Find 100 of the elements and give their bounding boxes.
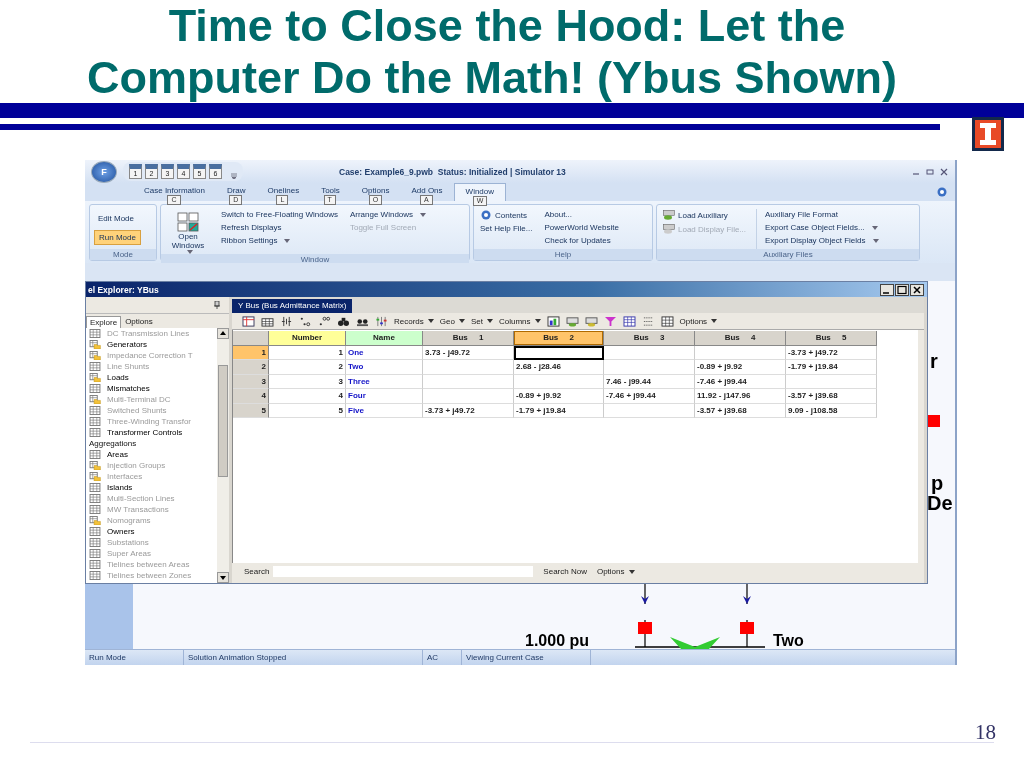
grid-icon[interactable] — [660, 315, 674, 327]
table-icon[interactable] — [622, 315, 636, 327]
table-cell: -1.79 + j19.84 — [786, 360, 877, 375]
ribbon-button[interactable]: Ribbon Settings — [219, 235, 340, 246]
table-cell: 4 — [269, 389, 346, 404]
explorer-item[interactable]: Areas — [107, 450, 128, 459]
explorer-item[interactable]: Mismatches — [107, 384, 150, 393]
ribbon-button[interactable]: Set Help File... — [478, 223, 535, 234]
table-cell: -1.79 + j19.84 — [514, 403, 604, 418]
binoculars-icon[interactable] — [337, 315, 350, 327]
help-icon[interactable] — [937, 187, 947, 197]
caret-icon — [872, 238, 879, 243]
load-arrow-icon — [742, 584, 752, 606]
table-icon — [89, 362, 101, 371]
explorer-item[interactable]: Owners — [107, 527, 135, 536]
ribbon-button[interactable]: Auxiliary File Format — [763, 209, 881, 220]
ribbon-button[interactable]: Export Case Object Fields... — [763, 222, 881, 233]
scroll-up-icon[interactable] — [217, 328, 229, 339]
mode-button[interactable]: Edit Mode — [94, 212, 139, 225]
toolbar-icon[interactable] — [565, 315, 579, 327]
column-header[interactable]: Name — [346, 331, 423, 346]
explorer-item[interactable]: Transformer Controls — [107, 428, 183, 437]
scroll-down-icon[interactable] — [217, 572, 229, 583]
caret-icon — [711, 319, 718, 323]
ribbon-button[interactable]: Arrange Windows — [347, 209, 429, 220]
toolbar-menu[interactable]: Options — [679, 316, 718, 326]
ribbon-button[interactable]: Load Auxiliary — [661, 209, 749, 221]
table-cell: 1 — [269, 345, 346, 360]
sliders-icon[interactable] — [375, 315, 388, 327]
caret-icon — [284, 238, 291, 243]
ribbon-tab[interactable]: Tools — [321, 186, 340, 195]
column-header[interactable]: Bus 1 — [423, 331, 514, 346]
toolbar-menu[interactable]: Records — [394, 316, 434, 326]
oneline-label: De — [927, 493, 953, 513]
table-icon[interactable] — [261, 315, 274, 327]
chart-icon[interactable] — [546, 315, 560, 327]
row-header[interactable]: 2 — [233, 360, 269, 375]
table-folder-icon — [89, 461, 101, 470]
table-folder-icon — [89, 373, 101, 382]
table-icon — [89, 538, 101, 547]
decimal-icon[interactable] — [299, 315, 312, 327]
customize-icon[interactable] — [231, 173, 237, 179]
search-now-button[interactable]: Search Now — [543, 567, 587, 576]
row-header[interactable]: 4 — [233, 389, 269, 404]
options-menu[interactable]: Options — [596, 567, 635, 576]
ribbon-tab[interactable]: Add Ons — [411, 186, 443, 195]
table-cell: 2 — [269, 360, 346, 375]
page-number: 18 — [975, 720, 996, 745]
scrollbar[interactable] — [217, 328, 229, 583]
sort-icon[interactable] — [641, 315, 655, 327]
toolbar-menu[interactable]: Geo — [439, 316, 465, 326]
columns-icon[interactable] — [280, 315, 293, 327]
group-label: Help — [474, 249, 652, 260]
ribbon-tab[interactable]: Draw — [226, 186, 246, 195]
toolbar-menu[interactable]: Set — [470, 316, 493, 326]
pin-icon[interactable] — [213, 301, 221, 309]
window-title: Case: Example6_9.pwb Status: Initialized | Simulator 13 — [339, 166, 566, 177]
close-icon[interactable] — [939, 166, 949, 177]
logo-icon — [972, 117, 1004, 151]
table-cell: -7.46 + j99.44 — [604, 389, 695, 404]
column-header[interactable]: Bus 2 — [514, 331, 604, 346]
toolbar-menu[interactable]: Columns — [498, 316, 541, 326]
ribbon-button[interactable]: Switch to Free-Floating Windows — [219, 209, 340, 220]
ribbon-button[interactable]: Refresh Displays — [219, 222, 340, 233]
ribbon-button[interactable]: Contents — [478, 209, 535, 221]
maximize-icon[interactable] — [895, 283, 909, 296]
ribbon-button[interactable]: PowerWorld Website — [542, 222, 621, 233]
ribbon-tab[interactable]: Onelines — [267, 186, 300, 195]
table-cell: Two — [346, 360, 423, 375]
column-header[interactable]: Bus 4 — [695, 331, 786, 346]
open-windows-button[interactable]: Open Windows — [165, 209, 211, 254]
column-header[interactable]: Bus 5 — [786, 331, 877, 346]
column-header[interactable]: Number — [269, 331, 346, 346]
ribbon-tab[interactable]: Options — [361, 186, 390, 195]
scroll-thumb[interactable] — [218, 365, 228, 477]
breaker-icon — [928, 415, 940, 427]
ribbon-button[interactable]: Check for Updates — [542, 235, 621, 246]
ribbon-tab[interactable]: Case Information — [144, 186, 205, 195]
grid-tab[interactable]: Y Bus (Bus Admittance Matrix) — [232, 299, 353, 313]
explorer-item[interactable]: Islands — [107, 483, 133, 492]
table-icon — [89, 450, 101, 459]
caret-icon — [628, 569, 635, 574]
window-title: el Explorer: YBus — [87, 284, 159, 295]
column-header[interactable]: Bus 3 — [604, 331, 695, 346]
explorer-item[interactable]: Loads — [107, 373, 129, 382]
filter-icon[interactable] — [603, 315, 617, 327]
toolbar-icon[interactable] — [242, 315, 255, 327]
explorer-item[interactable]: Generators — [107, 340, 148, 349]
panel-tab[interactable]: Explore — [86, 316, 122, 328]
minimize-icon[interactable] — [880, 283, 894, 296]
close-icon[interactable] — [910, 283, 924, 296]
category-heading[interactable]: Aggregations — [89, 438, 137, 449]
panel-tab[interactable]: Options — [121, 315, 157, 328]
ribbon-button[interactable]: Export Display Object Fields — [763, 235, 881, 246]
table-cell: 7.46 - j99.44 — [604, 374, 695, 389]
search-field[interactable] — [273, 566, 534, 577]
mode-button[interactable]: Run Mode — [94, 230, 141, 245]
ribbon-button[interactable]: About... — [542, 209, 621, 220]
toolbar-icon[interactable] — [584, 315, 598, 327]
decimal-icon[interactable] — [318, 315, 331, 327]
